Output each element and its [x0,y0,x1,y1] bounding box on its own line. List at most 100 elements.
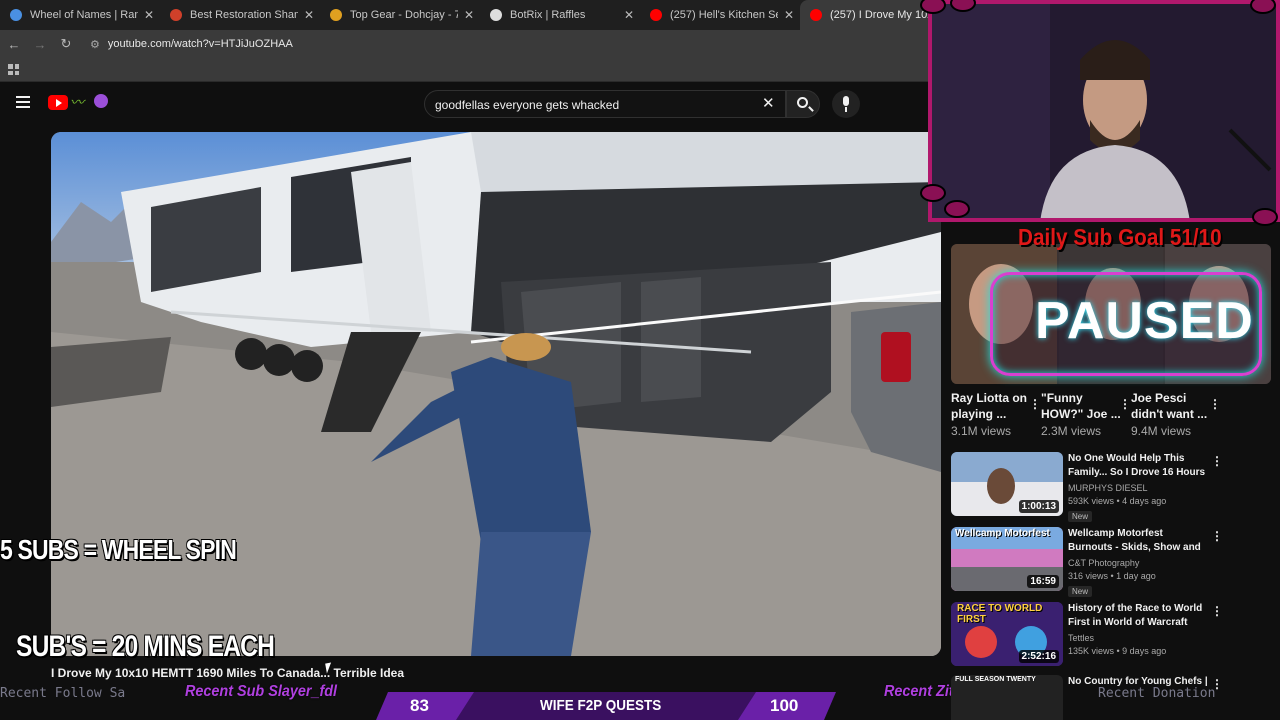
url-text: youtube.com/watch?v=HTJiJuOZHAA [107,38,293,50]
youtube-header: 〰 goodfellas everyone gets whacked ✕ [0,82,930,126]
back-icon[interactable]: ← [2,37,26,52]
more-vert-icon[interactable]: ⋮ [1029,396,1041,412]
thumbnail-text: Wellcamp Motorfest [955,528,1050,539]
webcam-image [930,0,1280,222]
close-tab-icon[interactable]: ✕ [144,8,154,22]
tab-botrix[interactable]: BotRix | Raffles ✕ [480,0,640,30]
new-badge: New [1068,511,1093,522]
video-thumbnail[interactable]: Wellcamp Motorfest 16:59 [951,527,1063,591]
channel-name[interactable]: MURPHYS DIESEL [1068,483,1208,493]
youtube-favicon-icon [650,9,662,21]
video-duration: 2:52:16 [1018,650,1059,663]
thumbnail-text: FULL SEASON TWENTY [955,676,1036,683]
channel-name[interactable]: C&T Photography [1068,558,1208,568]
recommendation-item[interactable]: 1:00:13 No One Would Help This Family...… [951,452,1271,524]
reload-icon[interactable]: ↻ [54,36,78,52]
tab-hells-kitchen[interactable]: (257) Hell's Kitchen Season 18 ✕ [640,0,800,30]
site-info-icon[interactable]: ⚙ [90,38,100,51]
tab-restoration-shaman[interactable]: Best Restoration Shaman Talent ✕ [160,0,320,30]
more-vert-icon[interactable]: ⋮ [1211,529,1223,543]
doodle-decoration [94,94,108,108]
recommendation-item[interactable]: Wellcamp Motorfest 16:59 Wellcamp Motorf… [951,527,1271,599]
short-title: Ray Liotta on playing ... [951,391,1028,421]
more-vert-icon[interactable]: ⋮ [1119,396,1131,412]
wheel-spin-overlay: 5 SUBS = WHEEL SPIN [0,534,237,565]
clear-search-icon[interactable]: ✕ [762,94,775,112]
short-views: 3.1M views [951,424,1012,438]
video-frame [51,132,941,656]
video-thumbnail[interactable]: RACE TO WORLD FIRST 2:52:16 [951,602,1063,666]
recommendation-title: No One Would Help This Family... So I Dr… [1068,453,1206,478]
close-tab-icon[interactable]: ✕ [464,8,474,22]
close-tab-icon[interactable]: ✕ [624,8,634,22]
more-vert-icon[interactable]: ⋮ [1209,396,1221,412]
video-player[interactable] [51,132,941,656]
apps-grid-icon[interactable] [8,64,19,75]
short-views: 2.3M views [1041,424,1102,438]
decorative-cloud [1252,208,1278,226]
close-tab-icon[interactable]: ✕ [784,8,794,22]
close-tab-icon[interactable]: ✕ [304,8,314,22]
video-meta: 593K views • 4 days ago [1068,496,1167,506]
new-badge: New [1068,586,1093,597]
short-title: "Funny HOW?" Joe ... [1041,391,1121,421]
short-item[interactable]: Joe Pesci didn't want ... 9.4M views ⋮ [1131,390,1221,439]
video-thumbnail[interactable]: 1:00:13 [951,452,1063,516]
mouse-cursor-icon [325,662,333,674]
quest-label: WIFE F2P QUESTS [540,697,662,714]
webcam-feed [930,0,1280,222]
tab-title: Wheel of Names | Random nam [30,9,138,21]
more-vert-icon[interactable]: ⋮ [1211,677,1223,691]
recommendation-item[interactable]: FULL SEASON TWENTY No Country for Young … [951,675,1271,720]
quest-current-value: 83 [410,696,429,715]
short-views: 9.4M views [1131,424,1192,438]
hamburger-menu-icon[interactable] [16,96,30,111]
decorative-cloud [944,200,970,218]
decorative-cloud [920,184,946,202]
tab-wheel-of-names[interactable]: Wheel of Names | Random nam ✕ [0,0,160,30]
more-vert-icon[interactable]: ⋮ [1211,454,1223,468]
recommendation-title: History of the Race to World First in Wo… [1068,603,1203,628]
recommendation-title: Wellcamp Motorfest Burnouts - Skids, Sho… [1068,528,1201,553]
recent-sub-label: Recent Sub Slayer_fdl [185,683,338,700]
tab-title: Best Restoration Shaman Talent [190,9,298,21]
video-duration: 16:59 [1027,575,1059,588]
screen: Wheel of Names | Random nam ✕ Best Restor… [0,0,1280,720]
search-input[interactable]: goodfellas everyone gets whacked [424,90,786,118]
forward-icon[interactable]: → [28,37,52,52]
recommendation-item[interactable]: RACE TO WORLD FIRST 2:52:16 History of t… [951,602,1271,674]
search-button[interactable] [786,90,820,118]
more-vert-icon[interactable]: ⋮ [1211,604,1223,618]
video-meta: 135K views • 9 days ago [1068,646,1167,656]
short-item[interactable]: "Funny HOW?" Joe ... 2.3M views ⋮ [1041,390,1131,439]
wheel-favicon-icon [10,9,22,21]
short-title: Joe Pesci didn't want ... [1131,391,1208,421]
tab-top-gear[interactable]: Top Gear - Dohcjay - 73,000 DP ✕ [320,0,480,30]
video-duration: 1:00:13 [1018,500,1059,513]
tab-title: BotRix | Raffles [510,9,586,21]
youtube-doodle[interactable]: 〰 [70,92,84,112]
video-meta: 316 views • 1 day ago [1068,571,1156,581]
paused-overlay: PAUSED [990,272,1262,376]
youtube-favicon-icon [810,9,822,21]
top-gear-favicon-icon [330,9,342,21]
tab-title: Top Gear - Dohcjay - 73,000 DP [350,9,458,21]
daily-sub-goal: Daily Sub Goal 51/10 [1018,224,1222,250]
short-item[interactable]: Ray Liotta on playing ... 3.1M views ⋮ [951,390,1041,439]
quest-target-value: 100 [770,696,799,715]
video-title: I Drove My 10x10 HEMTT 1690 Miles To Can… [51,666,405,680]
search-icon [797,97,808,108]
tab-title: (257) I Drove My 10x10 H [830,9,938,21]
recent-follow-ticker: Recent Follow Sa [0,686,126,701]
botrix-favicon-icon [490,9,502,21]
youtube-logo-icon[interactable] [48,95,68,110]
url-field[interactable]: ⚙ youtube.com/watch?v=HTJiJuOZHAA [90,38,293,51]
tab-title: (257) Hell's Kitchen Season 18 [670,9,778,21]
voice-search-icon[interactable] [832,90,860,118]
wowhead-favicon-icon [170,9,182,21]
mins-each-overlay: SUB'S = 20 MINS EACH [16,630,275,663]
video-thumbnail[interactable]: FULL SEASON TWENTY [951,675,1063,720]
paused-text: PAUSED [1035,292,1254,350]
channel-name[interactable]: Tettles [1068,633,1208,643]
thumbnail-text: RACE TO WORLD FIRST [957,603,1043,625]
